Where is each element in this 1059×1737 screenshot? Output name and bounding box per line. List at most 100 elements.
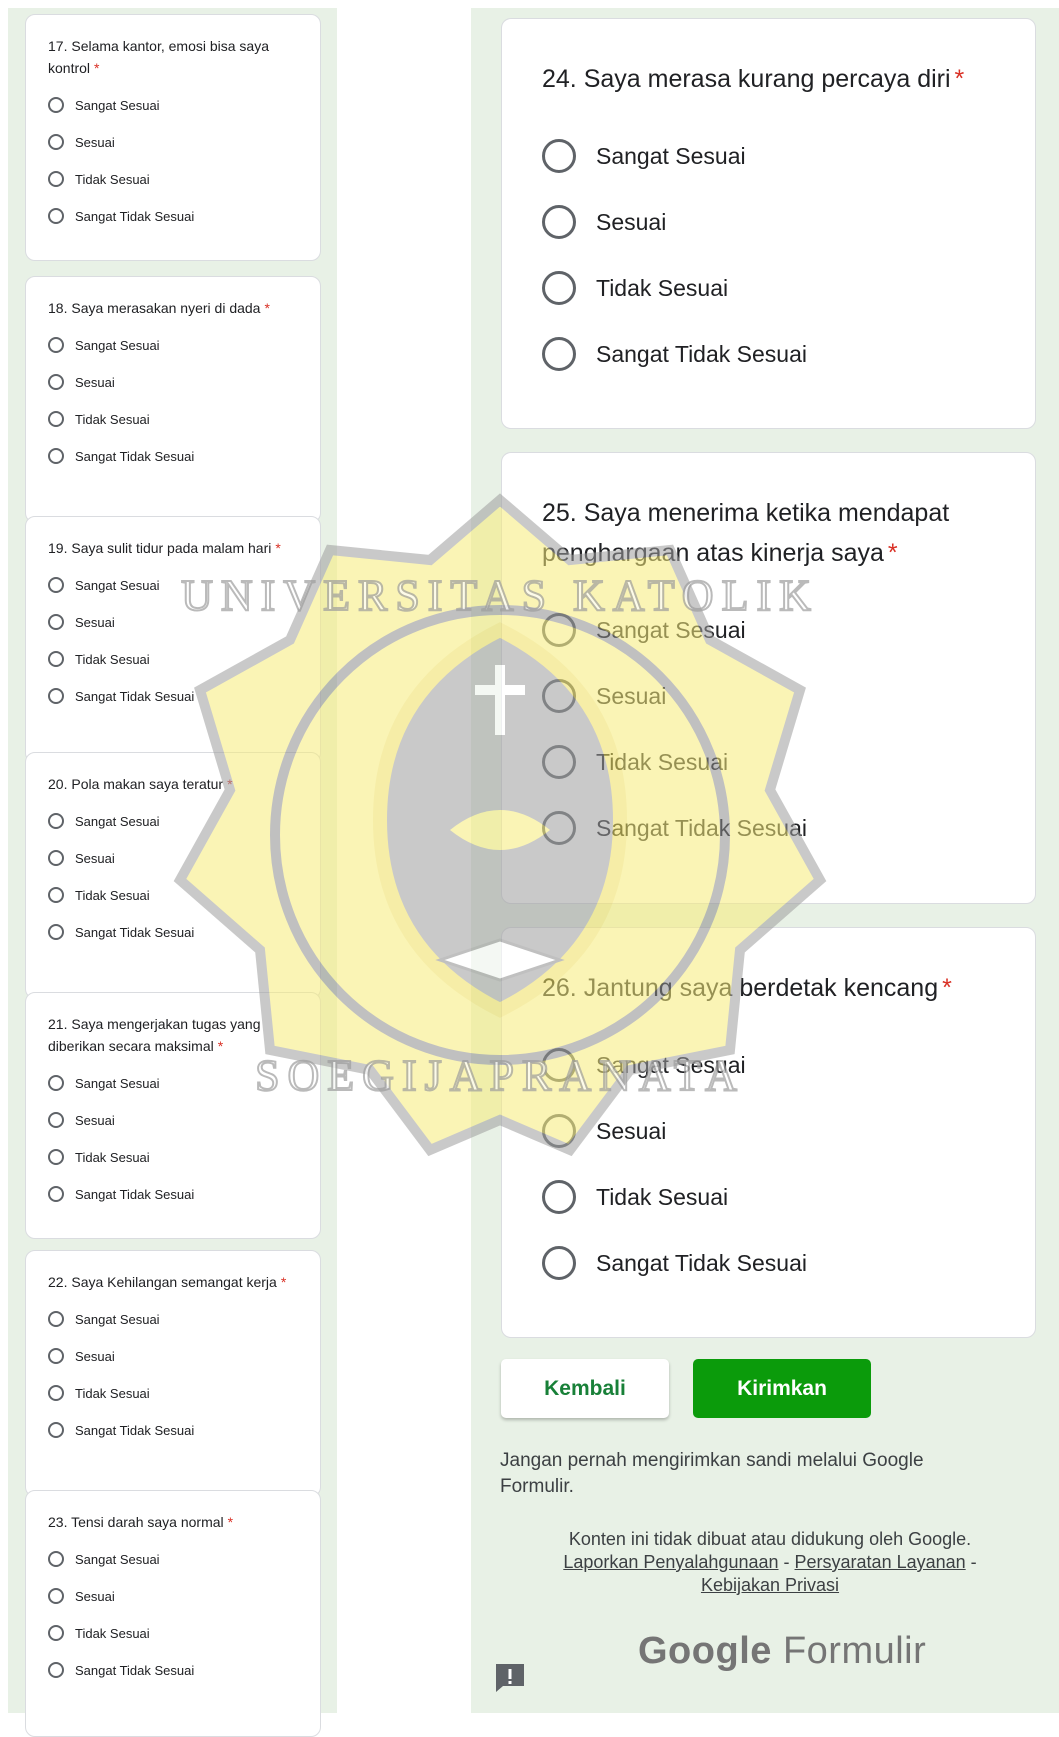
question-card-left: 19. Saya sulit tidur pada malam hari * San…	[25, 516, 321, 763]
radio-option[interactable]: Sangat Sesuai	[542, 1048, 746, 1082]
report-abuse-link[interactable]: Laporkan Penyalahgunaan	[563, 1552, 778, 1572]
back-button[interactable]: Kembali	[501, 1359, 669, 1418]
radio-button[interactable]	[542, 139, 576, 173]
radio-button[interactable]	[542, 1114, 576, 1148]
radio-button[interactable]	[48, 924, 64, 940]
radio-option[interactable]: Sangat Sesuai	[48, 1075, 160, 1091]
radio-button[interactable]	[542, 1048, 576, 1082]
question-title-line: 21. Saya mengerjakan tugas yang	[48, 1016, 261, 1032]
radio-button[interactable]	[542, 679, 576, 713]
radio-button[interactable]	[48, 1311, 64, 1327]
radio-option[interactable]: Tidak Sesuai	[48, 171, 150, 187]
radio-option[interactable]: Sangat Sesuai	[48, 577, 160, 593]
radio-option[interactable]: Sangat Tidak Sesuai	[542, 337, 807, 371]
radio-button[interactable]	[542, 1180, 576, 1214]
radio-button[interactable]	[48, 887, 64, 903]
radio-option[interactable]: Sangat Sesuai	[48, 1311, 160, 1327]
radio-button[interactable]	[48, 1422, 64, 1438]
radio-option[interactable]: Sesuai	[48, 374, 115, 390]
radio-button[interactable]	[542, 1246, 576, 1280]
radio-option[interactable]: Tidak Sesuai	[48, 1149, 150, 1165]
google-forms-logo[interactable]: Google Formulir	[638, 1630, 926, 1673]
radio-button[interactable]	[542, 205, 576, 239]
radio-option[interactable]: Tidak Sesuai	[542, 745, 728, 779]
radio-option[interactable]: Sangat Tidak Sesuai	[48, 1422, 194, 1438]
footer: Konten ini tidak dibuat atau didukung ol…	[520, 1528, 1020, 1597]
radio-option[interactable]: Sangat Tidak Sesuai	[48, 688, 194, 704]
question-title-line: 18. Saya merasakan nyeri di dada *	[48, 297, 270, 319]
required-asterisk: *	[275, 540, 281, 556]
radio-button[interactable]	[48, 850, 64, 866]
radio-option[interactable]: Sesuai	[48, 1588, 115, 1604]
radio-button[interactable]	[542, 337, 576, 371]
question-title: 18. Saya merasakan nyeri di dada *	[48, 297, 270, 319]
radio-button[interactable]	[48, 1348, 64, 1364]
radio-button[interactable]	[48, 813, 64, 829]
question-card-right: 25. Saya menerima ketika mendapat penghar…	[501, 452, 1036, 904]
radio-option[interactable]: Sangat Tidak Sesuai	[48, 924, 194, 940]
radio-button[interactable]	[48, 1149, 64, 1165]
radio-button[interactable]	[48, 411, 64, 427]
radio-button[interactable]	[48, 1588, 64, 1604]
radio-option[interactable]: Tidak Sesuai	[48, 651, 150, 667]
radio-option[interactable]: Sangat Tidak Sesuai	[48, 208, 194, 224]
radio-option-label: Sangat Sesuai	[596, 142, 746, 169]
radio-option[interactable]: Sesuai	[48, 1348, 115, 1364]
question-text: 19. Saya sulit tidur pada malam hari	[48, 540, 272, 556]
radio-button[interactable]	[48, 614, 64, 630]
radio-option[interactable]: Sangat Sesuai	[48, 813, 160, 829]
submit-button[interactable]: Kirimkan	[693, 1359, 871, 1418]
radio-button[interactable]	[542, 745, 576, 779]
privacy-link[interactable]: Kebijakan Privasi	[701, 1575, 839, 1595]
radio-option[interactable]: Tidak Sesuai	[542, 271, 728, 305]
radio-option-label: Sesuai	[75, 1348, 115, 1364]
radio-option[interactable]: Tidak Sesuai	[48, 1385, 150, 1401]
radio-button[interactable]	[48, 1075, 64, 1091]
radio-option[interactable]: Sangat Tidak Sesuai	[542, 811, 807, 845]
radio-button[interactable]	[542, 613, 576, 647]
radio-button[interactable]	[542, 811, 576, 845]
radio-option[interactable]: Sesuai	[48, 1112, 115, 1128]
radio-button[interactable]	[48, 577, 64, 593]
radio-option[interactable]: Sangat Sesuai	[542, 613, 746, 647]
radio-button[interactable]	[48, 688, 64, 704]
question-title: 25. Saya menerima ketika mendapat penghar…	[542, 493, 1012, 573]
radio-button[interactable]	[48, 134, 64, 150]
radio-button[interactable]	[48, 1112, 64, 1128]
radio-option[interactable]: Sangat Tidak Sesuai	[542, 1246, 807, 1280]
radio-option[interactable]: Tidak Sesuai	[48, 887, 150, 903]
feedback-icon[interactable]	[493, 1662, 527, 1694]
radio-option[interactable]: Tidak Sesuai	[48, 411, 150, 427]
radio-button[interactable]	[48, 171, 64, 187]
radio-button[interactable]	[48, 1625, 64, 1641]
radio-button[interactable]	[48, 1662, 64, 1678]
question-card-left: 21. Saya mengerjakan tugas yang diberikan…	[25, 992, 321, 1239]
question-title: 19. Saya sulit tidur pada malam hari *	[48, 537, 281, 559]
radio-option[interactable]: Sesuai	[542, 205, 666, 239]
radio-button[interactable]	[48, 1186, 64, 1202]
radio-button[interactable]	[48, 1385, 64, 1401]
radio-option[interactable]: Sesuai	[542, 679, 666, 713]
terms-link[interactable]: Persyaratan Layanan	[795, 1552, 966, 1572]
radio-option[interactable]: Sangat Tidak Sesuai	[48, 1186, 194, 1202]
radio-button[interactable]	[48, 374, 64, 390]
radio-option[interactable]: Sesuai	[48, 614, 115, 630]
radio-option[interactable]: Sangat Sesuai	[542, 139, 746, 173]
radio-option[interactable]: Sangat Sesuai	[48, 337, 160, 353]
radio-option[interactable]: Sangat Tidak Sesuai	[48, 1662, 194, 1678]
radio-option[interactable]: Sangat Sesuai	[48, 97, 160, 113]
radio-option[interactable]: Sesuai	[48, 134, 115, 150]
radio-button[interactable]	[48, 1551, 64, 1567]
radio-button[interactable]	[48, 448, 64, 464]
radio-button[interactable]	[48, 97, 64, 113]
radio-option[interactable]: Sesuai	[542, 1114, 666, 1148]
radio-option[interactable]: Sangat Sesuai	[48, 1551, 160, 1567]
radio-option[interactable]: Tidak Sesuai	[48, 1625, 150, 1641]
radio-button[interactable]	[48, 208, 64, 224]
radio-button[interactable]	[542, 271, 576, 305]
radio-option[interactable]: Sangat Tidak Sesuai	[48, 448, 194, 464]
radio-button[interactable]	[48, 337, 64, 353]
radio-option[interactable]: Sesuai	[48, 850, 115, 866]
radio-button[interactable]	[48, 651, 64, 667]
radio-option[interactable]: Tidak Sesuai	[542, 1180, 728, 1214]
